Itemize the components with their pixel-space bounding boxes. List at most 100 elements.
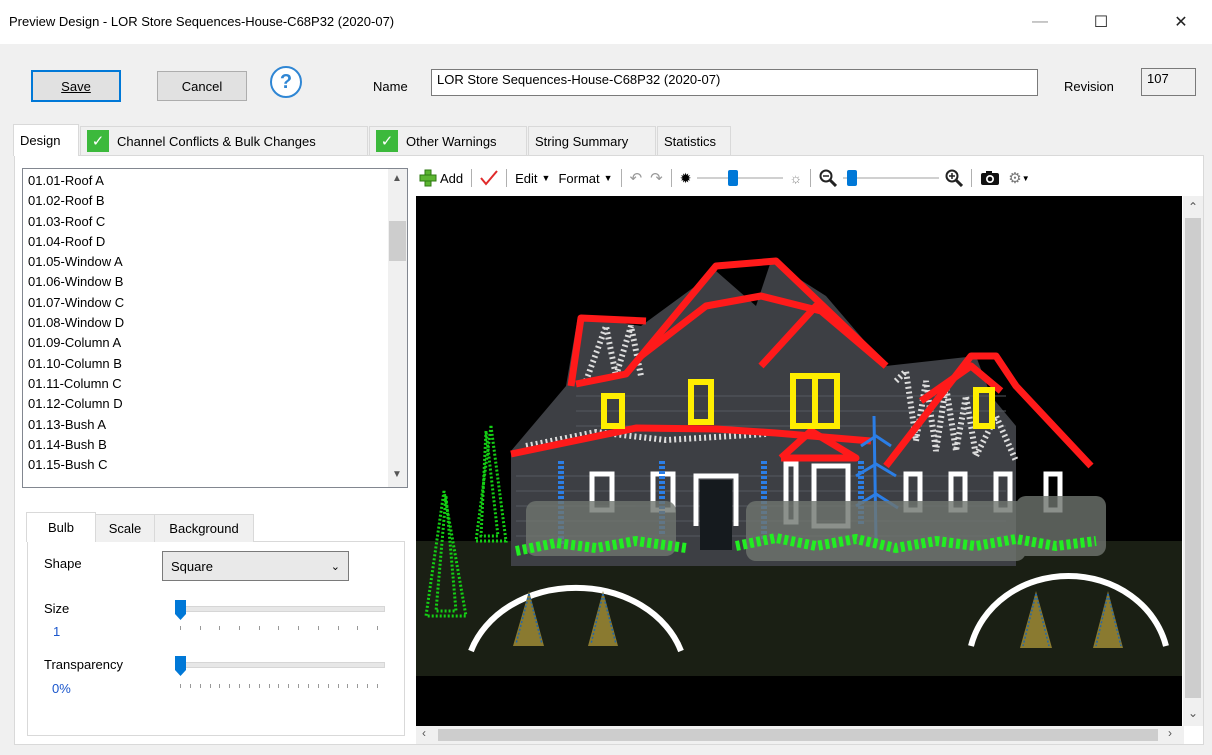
- zoom-slider[interactable]: [841, 168, 941, 188]
- add-button-label: Add: [440, 170, 464, 186]
- brightness-high-icon: ☼: [789, 170, 803, 186]
- tab-string-summary[interactable]: String Summary: [528, 126, 656, 155]
- brightness-high-button[interactable]: ☼: [785, 170, 806, 186]
- brightness-slider[interactable]: [695, 168, 785, 188]
- toolbar-separator: [620, 169, 622, 187]
- cancel-button[interactable]: Cancel: [157, 71, 247, 101]
- name-field[interactable]: LOR Store Sequences-House-C68P32 (2020-0…: [431, 69, 1038, 96]
- list-item[interactable]: 01.15-Bush C: [23, 455, 407, 475]
- list-item[interactable]: 01.04-Roof D: [23, 232, 407, 252]
- size-label: Size: [44, 601, 70, 616]
- scroll-thumb[interactable]: [389, 221, 406, 261]
- snapshot-button[interactable]: [976, 170, 1004, 186]
- checkmark-icon: [480, 170, 498, 186]
- zoom-slider-thumb[interactable]: [847, 170, 858, 186]
- undo-button[interactable]: ↶: [626, 169, 647, 187]
- edit-menu[interactable]: Edit ▼: [511, 171, 554, 186]
- chevron-down-icon: ⌄: [330, 560, 340, 573]
- preview-canvas[interactable]: [416, 196, 1182, 726]
- scroll-up-icon[interactable]: ⌃: [1188, 200, 1198, 214]
- scroll-up-icon[interactable]: ▲: [392, 173, 402, 184]
- caret-down-icon: ▼: [1021, 173, 1030, 183]
- list-item[interactable]: 01.11-Column C: [23, 374, 407, 394]
- subtab-background-label: Background: [169, 521, 239, 536]
- check-button[interactable]: [476, 170, 502, 186]
- scroll-down-icon[interactable]: ▼: [392, 469, 402, 480]
- maximize-button[interactable]: ☐: [1078, 0, 1124, 44]
- subtab-bulb-label: Bulb: [47, 520, 75, 535]
- list-item[interactable]: 01.13-Bush A: [23, 415, 407, 435]
- preview-vertical-scrollbar[interactable]: ⌃ ⌄: [1183, 196, 1203, 726]
- format-menu-label: Format: [558, 170, 600, 186]
- list-item[interactable]: 01.06-Window B: [23, 272, 407, 292]
- tab-statistics[interactable]: Statistics: [657, 126, 731, 155]
- close-button[interactable]: ✕: [1158, 0, 1204, 44]
- caret-down-icon: ▼: [541, 173, 551, 183]
- list-item[interactable]: 01.09-Column A: [23, 333, 407, 353]
- scroll-down-icon[interactable]: ⌄: [1188, 706, 1198, 720]
- size-value: 1: [53, 624, 61, 639]
- tab-other-warnings[interactable]: ✓ Other Warnings: [369, 126, 527, 155]
- save-button[interactable]: Save: [31, 70, 121, 102]
- cancel-button-label: Cancel: [181, 78, 223, 94]
- tab-design[interactable]: Design: [13, 124, 79, 156]
- zoom-out-button[interactable]: [815, 169, 841, 187]
- save-button-label: Save: [61, 78, 91, 94]
- list-item[interactable]: 01.02-Roof B: [23, 191, 407, 211]
- transparency-value: 0%: [52, 681, 71, 696]
- list-item[interactable]: 01.05-Window A: [23, 252, 407, 272]
- tab-other-warnings-label: Other Warnings: [406, 133, 497, 149]
- tab-design-label: Design: [20, 133, 61, 148]
- brightness-low-button[interactable]: ✹: [676, 170, 696, 187]
- checkmark-icon: ✓: [376, 130, 398, 152]
- preview-toolbar: Add Edit ▼ Format ▼ ↶ ↷ ✹ ☼ ⚙ ▼: [415, 162, 1205, 194]
- subtab-background[interactable]: Background: [154, 514, 254, 542]
- preview-hscroll-thumb[interactable]: [438, 729, 1158, 741]
- toolbar-separator: [471, 169, 473, 187]
- list-item[interactable]: 01.08-Window D: [23, 313, 407, 333]
- help-icon[interactable]: ?: [270, 66, 302, 98]
- caret-down-icon: ▼: [603, 173, 613, 183]
- tab-channel-conflicts[interactable]: ✓ Channel Conflicts & Bulk Changes: [80, 126, 368, 155]
- name-label: Name: [373, 79, 408, 94]
- scroll-left-icon[interactable]: ‹: [422, 726, 426, 740]
- toolbar-separator: [506, 169, 508, 187]
- format-menu[interactable]: Format ▼: [554, 171, 616, 186]
- transparency-slider-ticks: [180, 684, 378, 688]
- tab-channel-conflicts-label: Channel Conflicts & Bulk Changes: [117, 133, 316, 149]
- list-item[interactable]: 01.12-Column D: [23, 394, 407, 414]
- subtab-bulb[interactable]: Bulb: [26, 512, 96, 542]
- zoom-in-button[interactable]: [941, 169, 967, 187]
- list-item[interactable]: 01.07-Window C: [23, 293, 407, 313]
- tab-statistics-label: Statistics: [664, 133, 717, 149]
- checkmark-icon: ✓: [87, 130, 109, 152]
- size-slider-track[interactable]: [175, 606, 385, 612]
- redo-icon: ↷: [650, 170, 663, 187]
- add-button[interactable]: Add: [415, 169, 467, 187]
- transparency-slider-track[interactable]: [175, 662, 385, 668]
- toolbar-separator: [810, 169, 812, 187]
- shape-select[interactable]: Square ⌄: [162, 551, 349, 581]
- brightness-slider-thumb[interactable]: [728, 170, 739, 186]
- subtab-scale-label: Scale: [108, 521, 142, 536]
- subtab-scale[interactable]: Scale: [95, 514, 155, 542]
- undo-icon: ↶: [629, 170, 643, 187]
- minimize-button[interactable]: —: [1017, 0, 1063, 44]
- window-title: Preview Design - LOR Store Sequences-Hou…: [9, 14, 395, 29]
- redo-button[interactable]: ↷: [646, 169, 667, 187]
- camera-icon: [981, 171, 1000, 185]
- scroll-right-icon[interactable]: ›: [1168, 726, 1172, 740]
- channel-list[interactable]: 01.01-Roof A 01.02-Roof B 01.03-Roof C 01.0…: [22, 168, 408, 488]
- preview-scroll-thumb[interactable]: [1185, 218, 1201, 698]
- settings-menu[interactable]: ⚙ ▼: [1004, 169, 1033, 187]
- list-item[interactable]: 01.14-Bush B: [23, 435, 407, 455]
- revision-label: Revision: [1064, 79, 1114, 94]
- transparency-label: Transparency: [44, 657, 123, 672]
- zoom-slider-track: [843, 177, 940, 179]
- list-item[interactable]: 01.03-Roof C: [23, 212, 407, 232]
- shape-label: Shape: [44, 556, 82, 571]
- list-item[interactable]: 01.10-Column B: [23, 354, 407, 374]
- preview-horizontal-scrollbar[interactable]: ‹ ›: [416, 726, 1184, 744]
- channel-list-scrollbar[interactable]: ▲ ▼: [388, 169, 407, 487]
- list-item[interactable]: 01.01-Roof A: [23, 171, 407, 191]
